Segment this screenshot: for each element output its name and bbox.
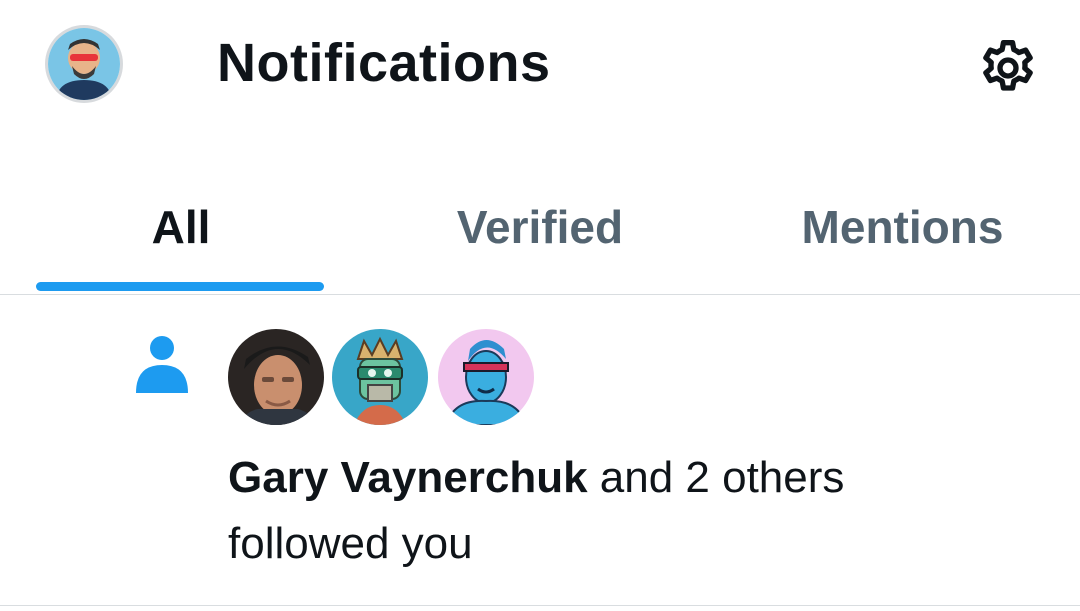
tab-verified[interactable]: Verified <box>390 160 690 293</box>
avatar-nft-ape <box>332 329 428 425</box>
header: Notifications <box>0 0 1080 140</box>
tab-mentions[interactable]: Mentions <box>760 160 1045 293</box>
person-icon <box>136 336 188 393</box>
notification-others-text: and 2 others <box>587 453 845 502</box>
profile-avatar[interactable] <box>48 28 120 100</box>
notification-action-text: followed you <box>228 519 473 568</box>
follower-avatar-1[interactable] <box>228 329 324 425</box>
follower-avatar-2[interactable] <box>332 329 428 425</box>
active-tab-indicator <box>36 282 324 291</box>
user-avatar-icon <box>48 28 120 100</box>
settings-button[interactable] <box>972 32 1044 104</box>
notification-text: Gary Vaynerchuk and 2 others followed you <box>228 445 1028 577</box>
tab-all[interactable]: All <box>36 160 326 293</box>
follower-name-link[interactable]: Gary Vaynerchuk <box>228 453 588 502</box>
follower-avatar-3[interactable] <box>438 329 534 425</box>
notification-tabs: All Verified Mentions <box>0 160 1080 295</box>
gear-icon <box>983 40 1033 91</box>
page-title: Notifications <box>217 33 551 93</box>
avatar-nft-blue <box>438 329 534 425</box>
follow-notification[interactable]: Gary Vaynerchuk and 2 others followed you <box>0 295 1080 606</box>
avatar-photo <box>228 329 324 425</box>
